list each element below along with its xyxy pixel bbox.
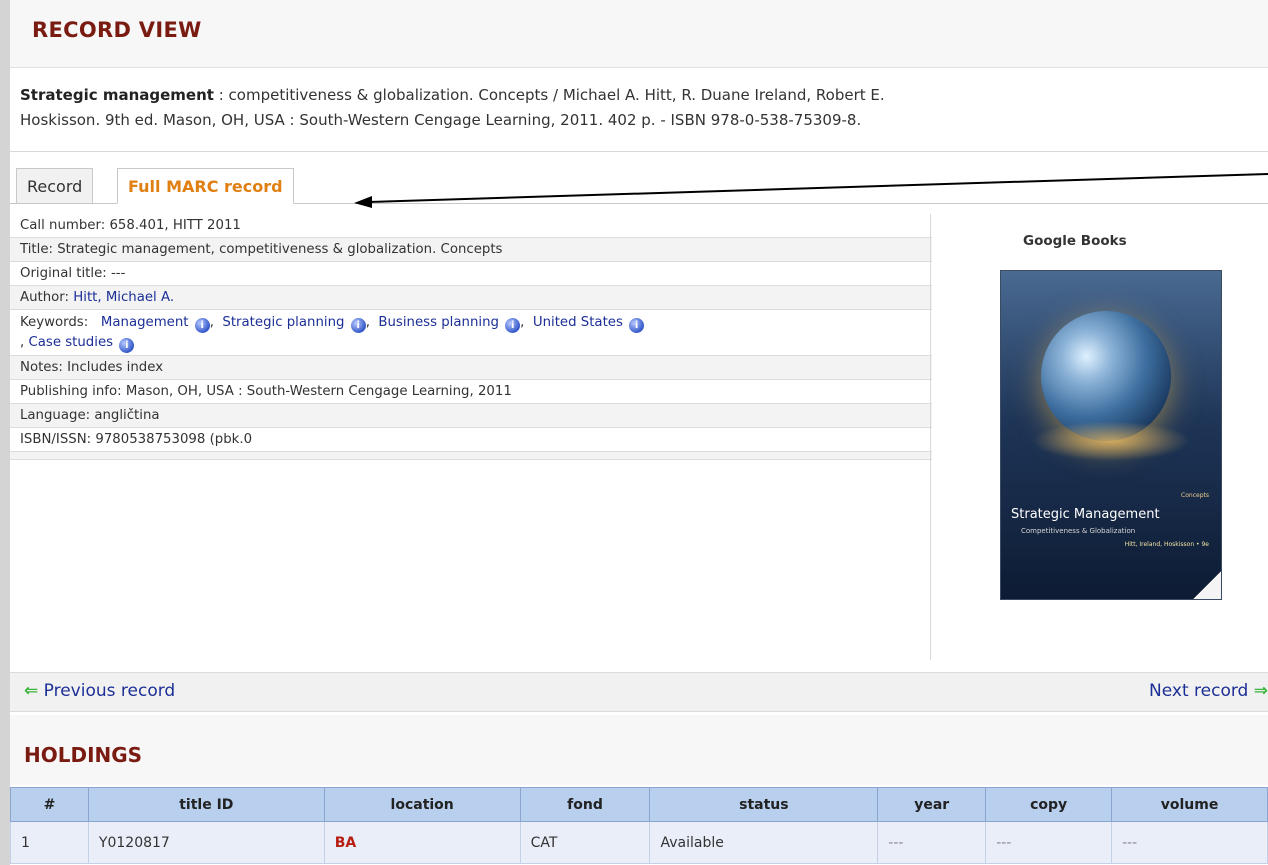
cover-authors: Hitt, Ireland, Hoskisson • 9e — [1124, 541, 1209, 548]
cell-title-id: Y0120817 — [87, 821, 325, 864]
publishing-value: Mason, OH, USA : South-Western Cengage L… — [125, 384, 512, 399]
cover-title: Strategic Management — [1011, 507, 1160, 522]
keyword-link-business-planning[interactable]: Business planning — [378, 315, 499, 330]
info-icon[interactable]: i — [119, 338, 135, 353]
cell-location: BA — [323, 821, 521, 864]
holdings-header: HOLDINGS — [10, 715, 1268, 785]
cell-year: --- — [877, 821, 987, 864]
language-value: angličtina — [94, 408, 160, 423]
detail-call-number: Call number: 658.401, HITT 2011 — [10, 214, 932, 238]
keyword-link-management[interactable]: Management — [101, 315, 189, 330]
citation-line1: : competitiveness & globalization. Conce… — [213, 86, 885, 104]
cell-number: 1 — [10, 821, 89, 864]
left-border — [0, 0, 10, 865]
detail-title: Title: Strategic management, competitive… — [10, 238, 932, 262]
notes-label: Notes: — [20, 360, 63, 375]
keyword-link-strategic-planning[interactable]: Strategic planning — [222, 315, 344, 330]
citation-title: Strategic management — [20, 86, 214, 104]
record-details: Call number: 658.401, HITT 2011 Title: S… — [10, 214, 932, 460]
column-header-title-id[interactable]: title ID — [87, 787, 325, 822]
column-header-copy[interactable]: copy — [985, 787, 1113, 822]
detail-language: Language: angličtina — [10, 404, 932, 428]
record-navigation: ⇐ Previous record Next record ⇒ — [10, 672, 1268, 712]
cell-copy: --- — [985, 821, 1113, 864]
keyword-link-united-states[interactable]: United States — [533, 315, 623, 330]
language-label: Language: — [20, 408, 91, 423]
previous-record-label: Previous record — [43, 681, 176, 701]
column-header-status[interactable]: status — [649, 787, 879, 822]
column-header-volume[interactable]: volume — [1111, 787, 1268, 822]
detail-isbn: ISBN/ISSN: 9780538753098 (pbk.0 — [10, 428, 932, 452]
keywords-label: Keywords: — [20, 315, 89, 330]
record-page: RECORD VIEW Strategic management : compe… — [10, 0, 1268, 865]
cell-fond: CAT — [519, 821, 651, 864]
holdings-header-row: # title ID location fond status year cop… — [10, 787, 1268, 822]
page-curl-icon — [1193, 571, 1221, 599]
author-link[interactable]: Hitt, Michael A. — [73, 290, 174, 305]
annotation-arrow — [354, 173, 1268, 208]
holdings-title: HOLDINGS — [24, 743, 143, 767]
notes-value: Includes index — [67, 360, 164, 375]
next-record-label: Next record — [1149, 681, 1249, 701]
column-header-fond[interactable]: fond — [519, 787, 651, 822]
book-cover-image[interactable]: Concepts Strategic Management Competitiv… — [1000, 270, 1222, 600]
detail-notes: Notes: Includes index — [10, 356, 932, 380]
info-icon[interactable]: i — [194, 318, 210, 333]
cell-status: Available — [649, 821, 879, 864]
cell-volume: --- — [1111, 821, 1268, 864]
detail-spacer — [10, 452, 932, 460]
column-header-year[interactable]: year — [877, 787, 987, 822]
next-record-link[interactable]: Next record ⇒ — [1149, 681, 1268, 701]
detail-keywords: Keywords: Management i, Strategic planni… — [10, 310, 932, 356]
info-icon[interactable]: i — [505, 318, 521, 333]
arrow-left-icon: ⇐ — [24, 681, 39, 701]
column-divider — [930, 214, 931, 660]
previous-record-link[interactable]: ⇐ Previous record — [24, 681, 175, 701]
detail-original-title: Original title: --- — [10, 262, 932, 286]
record-view-title: RECORD VIEW — [32, 18, 202, 42]
tab-record[interactable]: Record — [16, 168, 94, 204]
author-label: Author: — [20, 290, 70, 305]
original-title-label: Original title: — [20, 266, 107, 281]
isbn-label: ISBN/ISSN: — [20, 432, 92, 447]
record-view-header: RECORD VIEW — [10, 0, 1268, 68]
title-label: Title: — [20, 242, 53, 257]
citation-line2: Hoskisson. 9th ed. Mason, OH, USA : Sout… — [20, 111, 862, 129]
column-header-number[interactable]: # — [10, 787, 89, 822]
holdings-table: # title ID location fond status year cop… — [10, 787, 1268, 864]
info-icon[interactable]: i — [629, 318, 645, 333]
keyword-link-case-studies[interactable]: Case studies — [28, 335, 113, 350]
detail-publishing-info: Publishing info: Mason, OH, USA : South-… — [10, 380, 932, 404]
globe-glow — [1031, 421, 1191, 461]
call-number-label: Call number: — [20, 218, 106, 233]
publishing-label: Publishing info: — [20, 384, 122, 399]
original-title-value: --- — [110, 266, 126, 281]
call-number-value: 658.401, HITT 2011 — [109, 218, 241, 233]
detail-author: Author: Hitt, Michael A. — [10, 286, 932, 310]
title-value: Strategic management, competitiveness & … — [57, 242, 503, 257]
info-icon[interactable]: i — [350, 318, 366, 333]
citation: Strategic management : competitiveness &… — [10, 68, 1268, 152]
column-header-location[interactable]: location — [323, 787, 521, 822]
arrow-right-icon: ⇒ — [1253, 681, 1268, 701]
cover-edition-text: Concepts — [1181, 492, 1209, 499]
tab-full-marc-record[interactable]: Full MARC record — [117, 168, 294, 204]
isbn-value: 9780538753098 (pbk.0 — [95, 432, 253, 447]
google-books-label: Google Books — [1023, 233, 1127, 249]
table-row[interactable]: 1 Y0120817 BA CAT Available --- --- --- — [10, 821, 1268, 864]
cover-subtitle: Competitiveness & Globalization — [1021, 527, 1136, 535]
